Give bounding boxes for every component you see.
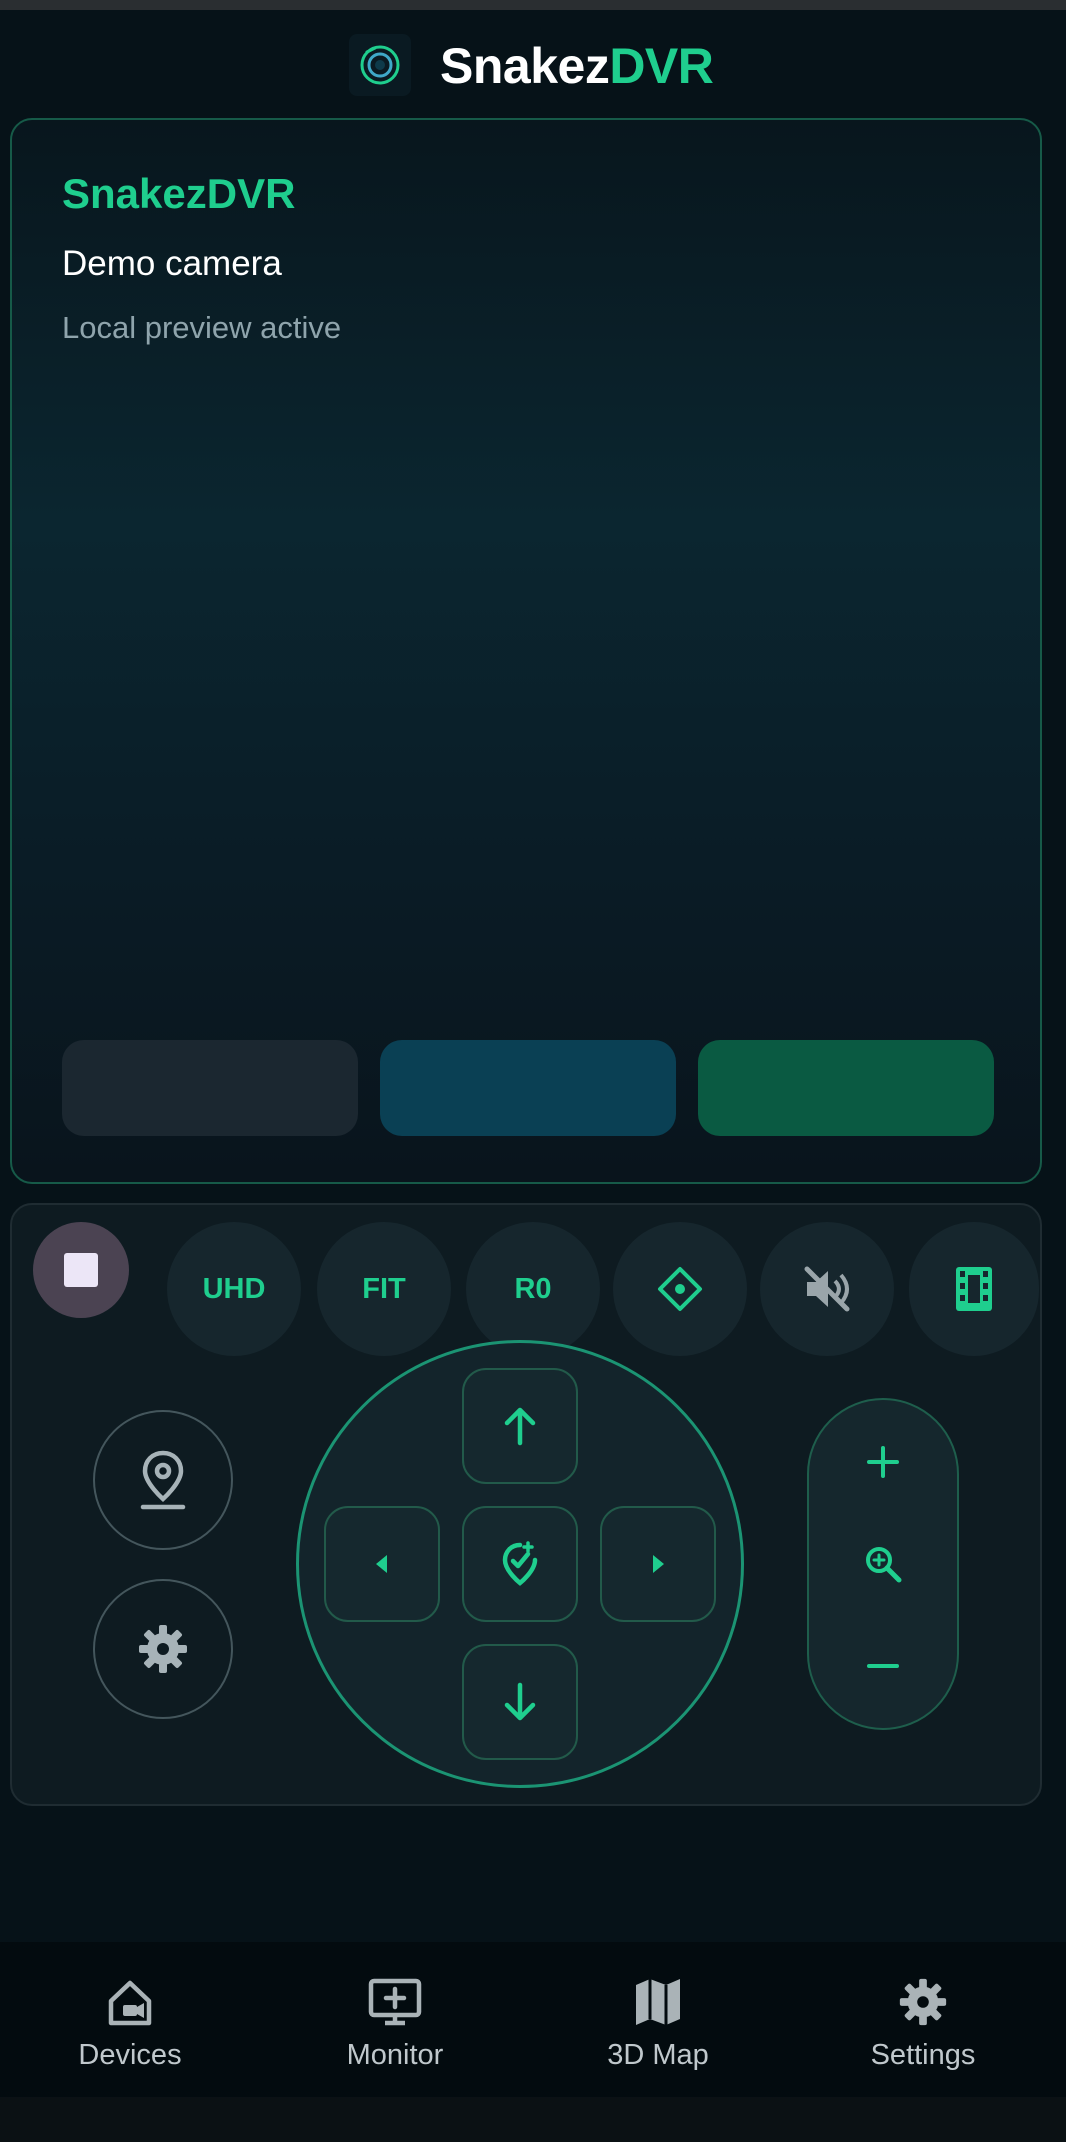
nav-3d-map[interactable]: 3D Map	[558, 1975, 758, 2075]
preview-action-button-3[interactable]	[698, 1040, 994, 1136]
preview-action-button-2[interactable]	[380, 1040, 676, 1136]
ptz-up-button[interactable]	[462, 1368, 578, 1484]
fit-button[interactable]: FIT	[317, 1222, 451, 1356]
gear-icon	[899, 1978, 947, 2026]
arrow-up-icon	[504, 1407, 536, 1446]
ptz-settings-button[interactable]	[93, 1579, 233, 1719]
zoom-in-button[interactable]	[809, 1422, 957, 1502]
zoom-icon	[866, 1547, 902, 1583]
quality-button[interactable]: UHD	[167, 1222, 301, 1356]
ptz-center-icon	[658, 1267, 702, 1311]
camera-preview[interactable]: SnakezDVR Demo camera Local preview acti…	[10, 118, 1042, 1184]
app-title: SnakezDVR	[440, 38, 714, 94]
nav-settings-label: Settings	[870, 2039, 976, 2071]
map-pin-icon	[140, 1450, 186, 1510]
camera-name: Demo camera	[62, 244, 282, 283]
record-button[interactable]	[909, 1222, 1039, 1356]
monitor-add-icon	[368, 1978, 422, 2026]
home-camera-icon	[108, 1980, 152, 2026]
ptz-right-button[interactable]	[600, 1506, 716, 1622]
film-icon	[956, 1267, 992, 1311]
volume-off-icon	[804, 1266, 850, 1312]
ptz-center-target-button[interactable]	[462, 1506, 578, 1622]
arrow-down-icon	[504, 1682, 536, 1721]
camera-lens-icon	[349, 34, 411, 96]
mute-button[interactable]	[760, 1222, 894, 1356]
location-target-icon	[502, 1541, 538, 1586]
nav-monitor-label: Monitor	[346, 2039, 444, 2071]
nav-settings[interactable]: Settings	[823, 1975, 1023, 2075]
stop-button[interactable]	[33, 1222, 129, 1318]
gear-icon	[139, 1625, 187, 1673]
location-button[interactable]	[93, 1410, 233, 1550]
nav-3d-map-label: 3D Map	[607, 2039, 709, 2071]
system-nav-bar	[0, 2097, 1066, 2142]
rotation-button[interactable]: R0	[466, 1222, 600, 1356]
status-strip	[0, 0, 1066, 10]
ptz-down-button[interactable]	[462, 1644, 578, 1760]
ptz-left-button[interactable]	[324, 1506, 440, 1622]
ptz-center-button[interactable]	[613, 1222, 747, 1356]
zoom-control	[807, 1398, 959, 1730]
nav-monitor[interactable]: Monitor	[295, 1975, 495, 2075]
caret-right-icon	[653, 1555, 664, 1573]
nav-devices[interactable]: Devices	[30, 1975, 230, 2075]
plus-icon	[867, 1446, 899, 1478]
zoom-indicator	[809, 1524, 957, 1604]
preview-title: SnakezDVR	[62, 170, 296, 217]
app-header: SnakezDVR	[0, 10, 1066, 120]
map-icon	[636, 1979, 680, 2025]
zoom-out-button[interactable]	[809, 1626, 957, 1706]
nav-devices-label: Devices	[78, 2039, 182, 2071]
preview-status: Local preview active	[62, 310, 342, 345]
preview-action-button-1[interactable]	[62, 1040, 358, 1136]
caret-left-icon	[376, 1555, 387, 1573]
stop-icon	[64, 1253, 98, 1287]
minus-icon	[867, 1664, 899, 1668]
